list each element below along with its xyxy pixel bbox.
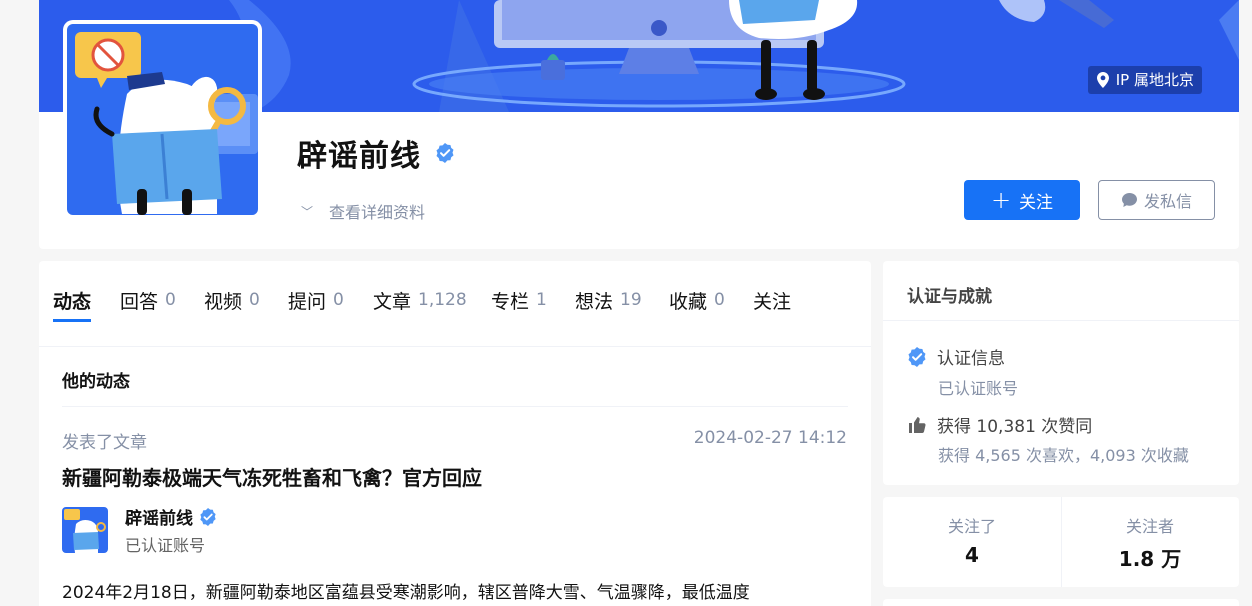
- feed-timestamp: 2024-02-27 14:12: [693, 428, 847, 448]
- tab-count: 1,128: [418, 290, 467, 310]
- ip-location-text: IP 属地北京: [1115, 71, 1194, 89]
- tab-videos[interactable]: 视频 0: [204, 279, 260, 321]
- verification-row: 认证信息: [907, 344, 1005, 369]
- article-title-link[interactable]: 新疆阿勒泰极端天气冻死牲畜和飞禽？官方回应: [62, 462, 482, 491]
- tab-count: 0: [714, 290, 725, 310]
- tab-questions[interactable]: 提问 0: [288, 279, 344, 321]
- view-details-link[interactable]: ﹀ 查看详细资料: [301, 199, 425, 223]
- tab-count: 1: [536, 290, 547, 310]
- following-count: 4: [965, 543, 979, 567]
- follow-stats-card: 关注了 4 关注者 1.8 万: [883, 497, 1239, 587]
- verified-badge-icon: [200, 507, 216, 526]
- tab-label: 提问: [288, 290, 327, 313]
- followers-stat[interactable]: 关注者 1.8 万: [1061, 497, 1239, 587]
- achievements-card: 认证与成就 认证信息 已认证账号 获得 10,381 次赞同 获得 4,565 …: [883, 261, 1239, 485]
- followers-count: 1.8 万: [1118, 547, 1182, 571]
- send-message-label: 发私信: [1143, 192, 1192, 211]
- tab-collections[interactable]: 收藏 0: [669, 279, 725, 321]
- tab-activities[interactable]: 动态: [53, 279, 91, 321]
- tab-count: 0: [333, 290, 344, 310]
- chevron-down-icon: ﹀: [301, 204, 314, 219]
- ip-location-badge: IP 属地北京: [1087, 66, 1202, 94]
- tab-count: 19: [620, 290, 642, 310]
- author-avatar[interactable]: [62, 507, 108, 553]
- divider: [883, 320, 1239, 321]
- author-name-link[interactable]: 辟谣前线: [125, 504, 193, 529]
- following-stat[interactable]: 关注了 4: [883, 497, 1061, 587]
- chat-bubble-icon: [1121, 192, 1137, 207]
- tab-label: 专栏: [491, 290, 530, 313]
- mascot-avatar-thumbnail: [62, 507, 108, 553]
- verification-label: 认证信息: [937, 349, 1005, 369]
- likes-detail: 获得 4,565 次喜欢，4,093 次收藏: [938, 446, 1189, 465]
- tab-articles[interactable]: 文章 1,128: [373, 279, 467, 321]
- likes-row: 获得 10,381 次赞同: [907, 412, 1092, 437]
- verified-badge-icon: [908, 346, 926, 367]
- active-tab-indicator: [53, 319, 91, 322]
- tab-following[interactable]: 关注: [753, 279, 791, 321]
- profile-main-content: 动态 回答 0 视频 0 提问 0 文章 1,128 专栏 1 想法 19 收藏…: [39, 261, 871, 606]
- location-pin-icon: [1096, 72, 1109, 88]
- activities-section-title: 他的动态: [62, 372, 130, 392]
- likes-label: 获得 10,381 次赞同: [937, 417, 1093, 437]
- profile-tabs: 动态 回答 0 视频 0 提问 0 文章 1,128 专栏 1 想法 19 收藏…: [39, 261, 871, 347]
- tab-label: 回答: [120, 290, 159, 313]
- profile-name-row: 辟谣前线: [297, 131, 455, 175]
- sidebar-card: [883, 599, 1239, 606]
- tab-label: 视频: [204, 290, 243, 313]
- feed-action-label: 发表了文章: [62, 433, 147, 453]
- following-label: 关注了: [947, 517, 996, 536]
- tab-columns[interactable]: 专栏 1: [491, 279, 547, 321]
- view-details-label: 查看详细资料: [329, 203, 426, 222]
- article-excerpt[interactable]: 2024年2月18日，新疆阿勒泰地区富蕴县受寒潮影响，辖区普降大雪、气温骤降，最…: [62, 578, 852, 603]
- achievements-title: 认证与成就: [907, 287, 992, 307]
- tab-label: 文章: [373, 290, 412, 313]
- tab-count: 0: [165, 290, 176, 310]
- tab-answers[interactable]: 回答 0: [120, 279, 176, 321]
- divider: [62, 406, 848, 407]
- verified-badge-icon[interactable]: [435, 143, 455, 163]
- tab-label: 想法: [575, 290, 614, 313]
- tab-label: 收藏: [669, 290, 708, 313]
- profile-avatar[interactable]: [63, 20, 262, 219]
- tab-label: 动态: [53, 290, 92, 313]
- profile-header: IP 属地北京 辟谣前线 ﹀ 查看详细资料 + 关注 发私信: [39, 0, 1239, 249]
- tab-count: 0: [249, 290, 260, 310]
- mascot-avatar-image: [67, 24, 258, 215]
- followers-label: 关注者: [1125, 517, 1174, 536]
- plus-icon: +: [990, 186, 1012, 214]
- profile-name: 辟谣前线: [297, 139, 421, 174]
- tab-thoughts[interactable]: 想法 19: [575, 279, 642, 321]
- follow-button[interactable]: + 关注: [964, 180, 1080, 220]
- verification-detail: 已认证账号: [938, 379, 1019, 398]
- author-name-row: 辟谣前线: [125, 504, 217, 529]
- follow-button-label: 关注: [1019, 192, 1054, 213]
- send-message-button[interactable]: 发私信: [1098, 180, 1215, 220]
- author-verified-text: 已认证账号: [125, 536, 206, 555]
- tab-label: 关注: [753, 290, 792, 313]
- thumbs-up-icon: [909, 416, 926, 433]
